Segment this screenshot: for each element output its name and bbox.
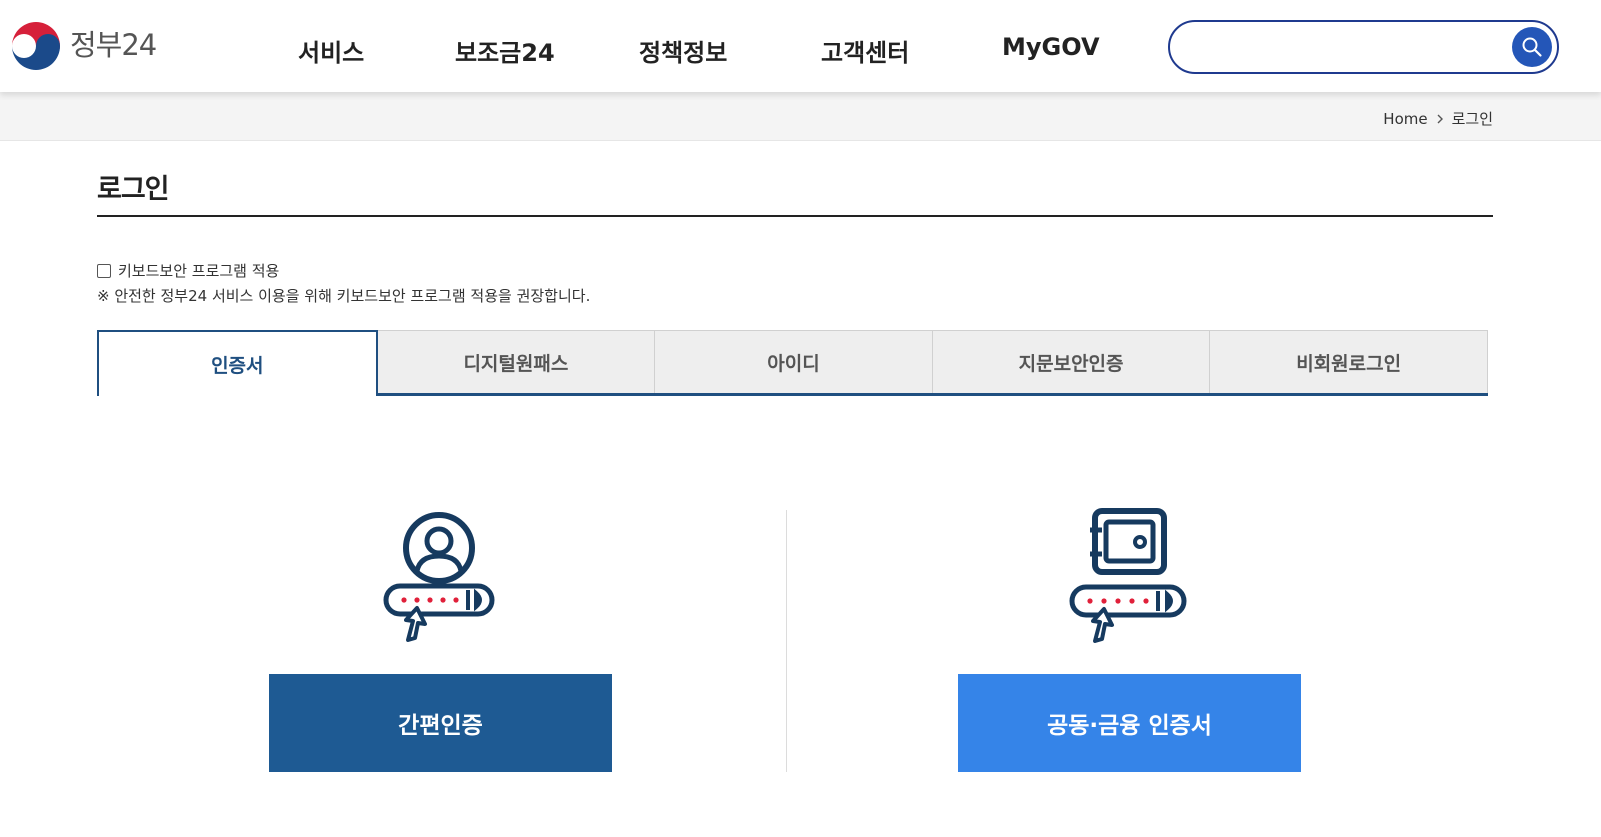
- tab-guest-login[interactable]: 비회원로그인: [1209, 330, 1488, 393]
- logo[interactable]: 정부24: [10, 20, 157, 72]
- panel-divider: [786, 510, 787, 772]
- page-title: 로그인: [97, 174, 170, 205]
- nav-item-policy-info[interactable]: 정책정보: [639, 33, 821, 68]
- search-box: [1168, 20, 1559, 74]
- search-icon: [1522, 37, 1542, 57]
- user-login-icon: [383, 512, 495, 642]
- nav-item-mygov[interactable]: MyGOV: [1002, 33, 1100, 68]
- login-method-tabs: 인증서 디지털원패스 아이디 지문보안인증 비회원로그인: [97, 330, 1488, 396]
- keyboard-security-label: 키보드보안 프로그램 적용: [118, 262, 280, 280]
- breadcrumb: Home 로그인: [1383, 108, 1493, 129]
- keyboard-security-note: ※ 안전한 정부24 서비스 이용을 위해 키보드보안 프로그램 적용을 권장합…: [97, 287, 591, 305]
- tab-fingerprint[interactable]: 지문보안인증: [931, 330, 1211, 393]
- joint-financial-cert-button[interactable]: 공동·금융 인증서: [958, 674, 1301, 772]
- breadcrumb-home[interactable]: Home: [1383, 110, 1427, 128]
- title-divider: [97, 215, 1493, 217]
- safe-cert-icon: [1069, 508, 1187, 643]
- tab-digital-onepass[interactable]: 디지털원패스: [376, 330, 656, 393]
- breadcrumb-current: 로그인: [1451, 110, 1493, 128]
- keyboard-security-option[interactable]: 키보드보안 프로그램 적용: [97, 260, 279, 281]
- nav-item-services[interactable]: 서비스: [298, 33, 455, 68]
- taegeuk-emblem-icon: [12, 22, 60, 70]
- keyboard-security-checkbox[interactable]: [97, 263, 111, 278]
- chevron-right-icon: [1437, 114, 1443, 123]
- nav-item-subsidy24[interactable]: 보조금24: [455, 33, 639, 68]
- nav-item-customer-center[interactable]: 고객센터: [821, 33, 1002, 68]
- search-input[interactable]: [1188, 32, 1508, 62]
- site-header: 정부24 서비스 보조금24 정책정보 고객센터 MyGOV: [0, 0, 1601, 92]
- simple-auth-button[interactable]: 간편인증: [269, 674, 612, 772]
- search-button[interactable]: [1512, 27, 1552, 67]
- main-nav: 서비스 보조금24 정책정보 고객센터 MyGOV: [298, 33, 1100, 68]
- breadcrumb-band: Home 로그인: [0, 92, 1601, 141]
- logo-text: 정부24: [70, 28, 157, 62]
- tab-id[interactable]: 아이디: [654, 330, 933, 393]
- tab-certificate[interactable]: 인증서: [97, 330, 378, 396]
